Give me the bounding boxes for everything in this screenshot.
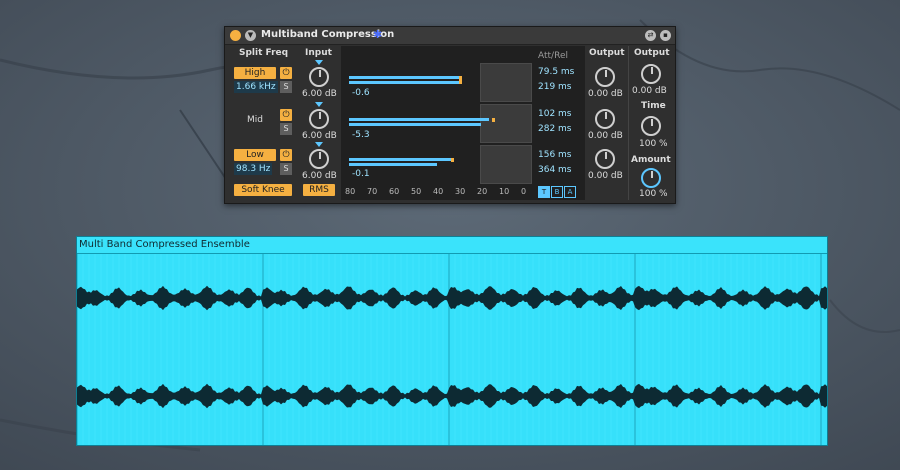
axis-tick-50: 50: [411, 187, 422, 196]
clip-header[interactable]: Multi Band Compressed Ensemble: [77, 237, 827, 254]
mid-meter-bar: [349, 118, 489, 121]
time-label: Time: [641, 101, 666, 111]
low-input-knob[interactable]: [309, 149, 329, 169]
high-attack-value[interactable]: 79.5 ms: [538, 67, 574, 77]
axis-tick-20: 20: [477, 187, 488, 196]
low-release-value[interactable]: 364 ms: [538, 165, 572, 175]
waveform-right-channel: [77, 383, 827, 409]
axis-tick-30: 30: [455, 187, 466, 196]
high-input-value: 6.00 dB: [302, 89, 337, 99]
rms-button[interactable]: RMS: [303, 184, 335, 196]
clip-title: Multi Band Compressed Ensemble: [79, 239, 250, 250]
audio-clip[interactable]: Multi Band Compressed Ensemble: [76, 236, 828, 446]
high-meter-value: -0.6: [352, 88, 370, 98]
low-output-value: 0.00 dB: [588, 171, 623, 181]
low-attack-value[interactable]: 156 ms: [538, 150, 572, 160]
high-band-power-icon[interactable]: ⏻: [280, 67, 292, 79]
high-release-value[interactable]: 219 ms: [538, 82, 572, 92]
high-output-knob[interactable]: [595, 67, 615, 87]
high-threshold-area[interactable]: [480, 63, 532, 102]
mid-meter-value: -5.3: [352, 130, 370, 140]
low-meter-peak: [451, 158, 454, 162]
low-output-knob[interactable]: [595, 149, 615, 169]
global-output-knob[interactable]: [641, 64, 661, 84]
waveform-left-channel: [77, 285, 827, 311]
device-activator-button[interactable]: [230, 30, 241, 41]
mode-t-button[interactable]: T: [538, 186, 550, 198]
save-preset-icon[interactable]: ▪: [660, 30, 671, 41]
low-meter-bar: [349, 158, 453, 161]
low-freq-value[interactable]: 98.3 Hz: [234, 163, 273, 175]
low-band-button[interactable]: Low: [234, 149, 276, 161]
star-icon: ✱: [373, 28, 383, 41]
high-output-value: 0.00 dB: [588, 89, 623, 99]
mid-output-value: 0.00 dB: [588, 131, 623, 141]
high-freq-value[interactable]: 1.66 kHz: [234, 81, 278, 93]
hot-swap-icon[interactable]: ⇄: [645, 30, 656, 41]
axis-tick-40: 40: [433, 187, 444, 196]
mid-meter-peak: [492, 118, 495, 122]
waveform[interactable]: [77, 254, 827, 445]
low-band-power-icon[interactable]: ⏻: [280, 149, 292, 161]
global-output-value: 0.00 dB: [632, 86, 667, 96]
mid-band-power-icon[interactable]: ⏻: [280, 109, 292, 121]
column-divider: [628, 46, 629, 200]
amount-knob[interactable]: [641, 168, 661, 188]
low-input-marker: [315, 142, 323, 147]
axis-tick-60: 60: [389, 187, 400, 196]
high-meter-peak: [459, 76, 462, 84]
low-meter-value: -0.1: [352, 169, 370, 179]
device-title-bar[interactable]: ▼ Multiband Compression ✱ ⇄ ▪: [225, 27, 675, 45]
mid-meter-bar-2: [349, 123, 481, 126]
soft-knee-button[interactable]: Soft Knee: [234, 184, 292, 196]
low-meter-bar-2: [349, 163, 437, 166]
mid-release-value[interactable]: 282 ms: [538, 124, 572, 134]
split-freq-label: Split Freq: [239, 48, 289, 58]
att-rel-label: Att/Rel: [538, 51, 568, 61]
low-threshold-area[interactable]: [480, 145, 532, 184]
low-input-value: 6.00 dB: [302, 171, 337, 181]
time-value: 100 %: [639, 139, 668, 149]
mid-input-value: 6.00 dB: [302, 131, 337, 141]
low-solo-button[interactable]: S: [280, 163, 292, 175]
high-meter-bar: [349, 76, 461, 79]
high-meter-bar-2: [349, 81, 461, 84]
mid-band-label: Mid: [247, 115, 263, 125]
band-output-label: Output: [589, 48, 625, 58]
time-knob[interactable]: [641, 116, 661, 136]
axis-tick-0: 0: [521, 187, 527, 196]
input-label: Input: [305, 48, 332, 58]
global-output-label: Output: [634, 48, 670, 58]
multiband-compression-device: ▼ Multiband Compression ✱ ⇄ ▪ Split Freq…: [224, 26, 676, 204]
chevron-down-icon[interactable]: ▼: [245, 30, 256, 41]
mode-a-button[interactable]: A: [564, 186, 576, 198]
mode-b-button[interactable]: B: [551, 186, 563, 198]
high-input-knob[interactable]: [309, 67, 329, 87]
high-band-button[interactable]: High: [234, 67, 276, 79]
mid-solo-button[interactable]: S: [280, 123, 292, 135]
mid-threshold-area[interactable]: [480, 104, 532, 143]
amount-label: Amount: [631, 155, 671, 165]
axis-tick-70: 70: [367, 187, 378, 196]
axis-tick-80: 80: [345, 187, 356, 196]
mid-input-marker: [315, 102, 323, 107]
mid-input-knob[interactable]: [309, 109, 329, 129]
meter-panel[interactable]: Att/Rel -0.6 79.5 ms 219 ms -5.3 102 ms …: [341, 46, 585, 200]
amount-value: 100 %: [639, 189, 668, 199]
mid-attack-value[interactable]: 102 ms: [538, 109, 572, 119]
high-solo-button[interactable]: S: [280, 81, 292, 93]
mid-output-knob[interactable]: [595, 109, 615, 129]
high-input-marker: [315, 60, 323, 65]
axis-tick-10: 10: [499, 187, 510, 196]
